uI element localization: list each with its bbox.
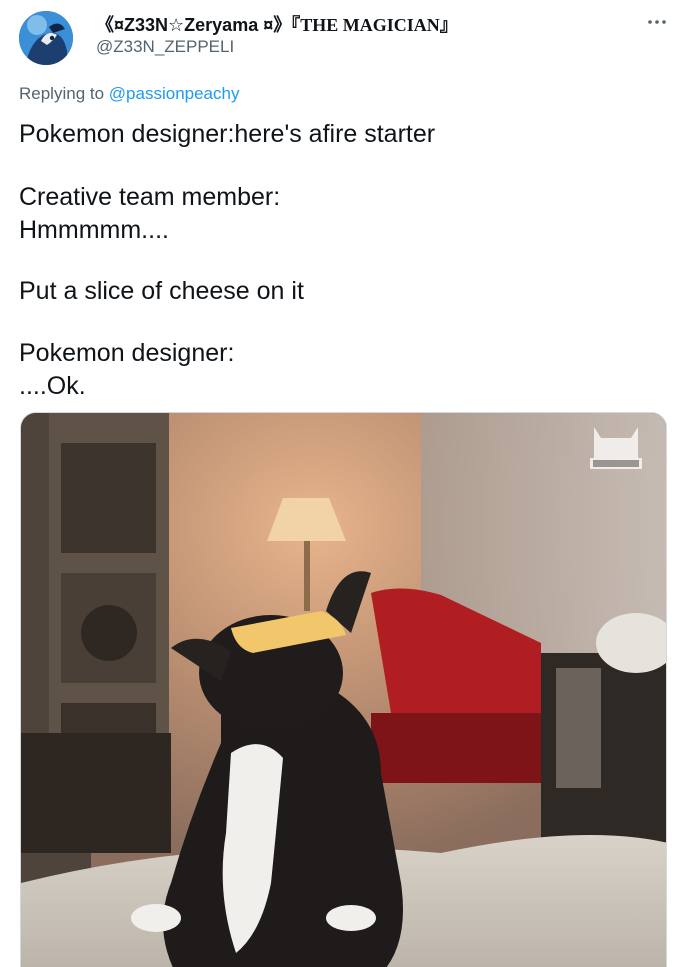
- reply-mention-link[interactable]: @passionpeachy: [109, 84, 240, 103]
- tweet-text-line: Pokemon designer:: [19, 339, 235, 367]
- user-handle[interactable]: @Z33N_ZEPPELI: [96, 37, 234, 57]
- tweet: 《¤Z33N☆Zeryama ¤》『THE MAGICIAN』 @Z33N_ZE…: [0, 0, 680, 967]
- avatar[interactable]: [19, 11, 73, 65]
- replying-to-label: Replying to: [19, 84, 105, 103]
- tweet-text-line: Hmmmmm....: [19, 216, 169, 244]
- tweet-text-line: Put a slice of cheese on it: [19, 277, 304, 305]
- tweet-text-line: ....Ok.: [19, 372, 86, 400]
- cat-with-cheese-photo-icon: [21, 413, 666, 967]
- display-name[interactable]: 《¤Z33N☆Zeryama ¤》『THE MAGICIAN』: [96, 11, 458, 37]
- tweet-text-line: Creative team member:: [19, 183, 281, 211]
- more-horizontal-icon: [648, 20, 666, 24]
- tweet-media[interactable]: [20, 412, 667, 967]
- more-options-button[interactable]: [644, 12, 670, 32]
- character-avatar-icon: [19, 11, 73, 65]
- display-name-suffix: 『THE MAGICIAN』: [291, 15, 458, 35]
- display-name-prefix: 《¤Z33N☆Zeryama ¤》: [96, 15, 292, 35]
- replying-to: Replying to @passionpeachy: [19, 84, 239, 104]
- tweet-text-line: Pokemon designer:here's afire starter: [19, 120, 436, 148]
